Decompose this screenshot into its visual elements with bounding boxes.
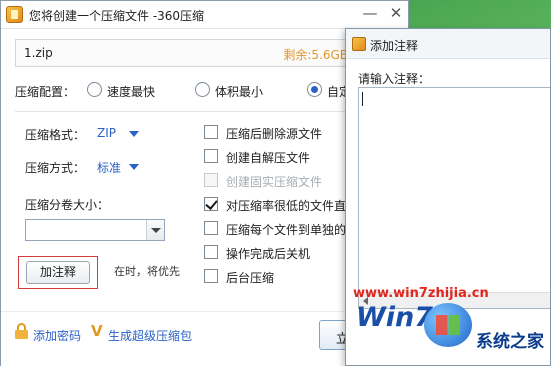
windows-logo-icon — [424, 303, 472, 347]
watermark-logo-text: Win7 — [356, 302, 434, 333]
dialog-title-bar: 添加注释 — [346, 29, 550, 59]
super-package-link[interactable]: 生成超级压缩包 — [108, 327, 192, 344]
split-size-combobox[interactable] — [25, 219, 165, 241]
method-chevron-down-icon[interactable] — [129, 164, 139, 170]
checkbox-background-label[interactable]: 后台压缩 — [226, 269, 274, 286]
close-button[interactable]: ✕ — [385, 4, 407, 24]
minimize-button[interactable]: — — [359, 4, 381, 24]
config-label: 压缩配置： — [15, 85, 76, 99]
lock-icon — [15, 323, 28, 339]
radio-smallest-label[interactable]: 体积最小 — [215, 83, 263, 100]
split-size-dropdown-icon[interactable] — [146, 220, 164, 240]
checkbox-store-low-ratio[interactable] — [204, 197, 218, 211]
checkbox-self-extract-label[interactable]: 创建自解压文件 — [226, 149, 310, 166]
comment-prompt: 请输入注释： — [358, 72, 431, 86]
archive-app-icon — [6, 6, 23, 23]
radio-custom[interactable] — [307, 82, 322, 97]
radio-smallest[interactable] — [195, 82, 210, 97]
section-divider — [15, 111, 355, 112]
comment-textarea[interactable] — [358, 87, 550, 309]
text-caret — [362, 92, 363, 106]
dialog-hint-text: 在时，将优先 — [112, 263, 182, 279]
checkbox-solid-archive-label: 创建固实压缩文件 — [226, 175, 323, 189]
window-title: 您将创建一个压缩文件 -360压缩 — [29, 9, 205, 23]
dialog-title: 添加注释 — [370, 39, 419, 53]
add-password-link[interactable]: 添加密码 — [33, 327, 81, 344]
radio-fastest[interactable] — [87, 82, 102, 97]
checkbox-delete-source[interactable] — [204, 125, 218, 139]
format-chevron-down-icon[interactable] — [129, 131, 139, 137]
disk-space-remaining: 剩余:5.6GB — [283, 48, 348, 62]
split-size-label: 压缩分卷大小： — [25, 198, 110, 212]
checkbox-separate-archives-label[interactable]: 压缩每个文件到单独的 — [226, 221, 346, 238]
checkbox-shutdown[interactable] — [204, 245, 218, 259]
format-select[interactable]: ZIP — [97, 126, 116, 140]
checkbox-store-low-ratio-label[interactable]: 对压缩率很低的文件直 — [226, 197, 346, 214]
checkbox-solid-archive — [204, 173, 218, 187]
checkbox-separate-archives[interactable] — [204, 221, 218, 235]
archive-name-field[interactable]: 1.zip 剩余:5.6GB — [15, 39, 355, 67]
add-comment-button[interactable]: 加注释 — [26, 261, 90, 284]
method-select[interactable]: 标准 — [97, 159, 121, 176]
compression-config: 压缩配置： 速度最快 体积最小 自定 — [15, 81, 355, 101]
super-package-icon: V — [91, 322, 103, 340]
checkbox-background[interactable] — [204, 269, 218, 283]
watermark-url: www.win7zhijia.cn — [353, 286, 489, 301]
method-label: 压缩方式： — [25, 161, 86, 175]
watermark-site-name: 系统之家 — [476, 332, 544, 352]
checkbox-shutdown-label[interactable]: 操作完成后关机 — [226, 245, 310, 262]
checkbox-delete-source-label[interactable]: 压缩后删除源文件 — [226, 125, 322, 142]
dialog-app-icon — [352, 37, 366, 51]
format-label: 压缩格式： — [25, 128, 86, 142]
archive-file-name: 1.zip — [24, 46, 53, 60]
radio-fastest-label[interactable]: 速度最快 — [107, 83, 155, 100]
checkbox-self-extract[interactable] — [204, 149, 218, 163]
title-bar: 您将创建一个压缩文件 -360压缩 — ✕ — [1, 1, 408, 29]
